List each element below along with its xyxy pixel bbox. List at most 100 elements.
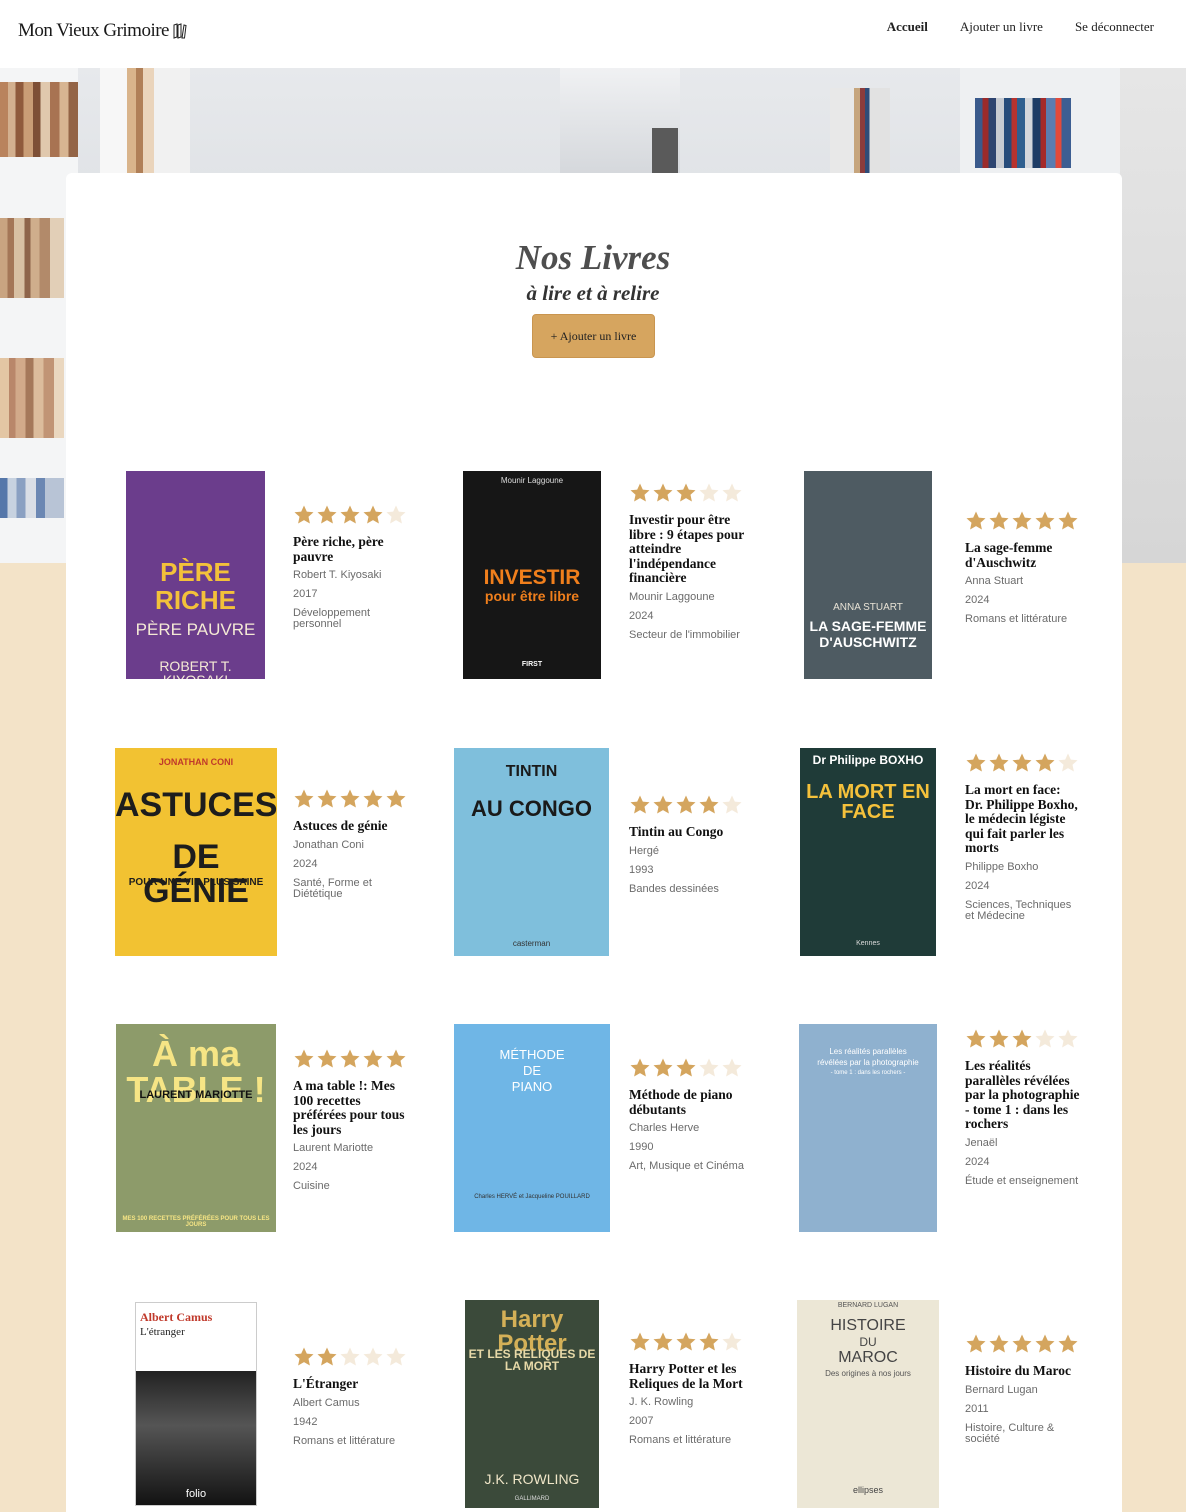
book-author: Mounir Laggoune bbox=[629, 590, 715, 603]
book-cover-image[interactable]: ANNA STUART LA SAGE-FEMME D'AUSCHWITZ bbox=[804, 471, 932, 679]
page-subtitle: à lire et à relire bbox=[526, 281, 660, 305]
nav-deconnexion[interactable]: Se déconnecter bbox=[1075, 19, 1154, 35]
star-icon bbox=[722, 1058, 742, 1077]
star-icon bbox=[653, 795, 673, 814]
star-icon bbox=[1012, 753, 1032, 772]
book-info: A ma table !: Mes 100 recettes préférées… bbox=[293, 1048, 408, 1192]
book-title[interactable]: A ma table !: Mes 100 recettes préférées… bbox=[293, 1078, 408, 1137]
book-author: Anna Stuart bbox=[965, 575, 1024, 587]
book-year: 1942 bbox=[293, 1415, 318, 1428]
star-icon bbox=[1058, 753, 1078, 772]
book-genre: Développement personnel bbox=[293, 607, 371, 630]
book-author: Charles Herve bbox=[629, 1122, 700, 1134]
book-title[interactable]: Tintin au Congo bbox=[629, 824, 744, 840]
rating-stars bbox=[629, 794, 744, 816]
book-cover-image[interactable]: JONATHAN CONI ASTUCES DE GÉNIE POUR UNE VIE… bbox=[115, 748, 277, 956]
book-cover-image[interactable]: TINTIN AU CONGO casterman bbox=[454, 748, 609, 956]
book-info: Tintin au Congo Hergé 1993 Bandes dessinées bbox=[629, 794, 744, 895]
nav-accueil[interactable]: Accueil bbox=[887, 19, 928, 35]
rating-stars bbox=[629, 1331, 744, 1353]
star-icon bbox=[966, 1334, 986, 1353]
book-cover-image[interactable]: Dr Philippe BOXHO LA MORT EN FACE Kennes bbox=[800, 748, 936, 956]
book-genre: Romans et littérature bbox=[629, 1434, 732, 1446]
nav-ajouter-livre[interactable]: Ajouter un livre bbox=[960, 19, 1043, 35]
book-author: Jonathan Coni bbox=[293, 838, 364, 851]
book-info: Méthode de piano débutants Charles Herve 1… bbox=[629, 1057, 744, 1172]
cover-text: DU bbox=[859, 1335, 877, 1349]
book-title[interactable]: Père riche, père pauvre bbox=[293, 534, 408, 564]
star-icon bbox=[989, 1334, 1009, 1353]
star-icon bbox=[386, 1049, 406, 1068]
rating-stars bbox=[965, 1333, 1080, 1355]
book-cover-image[interactable]: À ma TABLE ! LAURENT MARIOTTE MES 100 RECE… bbox=[116, 1024, 276, 1232]
book-year: 2024 bbox=[965, 879, 990, 892]
cover-text: INVESTIR bbox=[483, 566, 581, 589]
cover-text: JONATHAN CONI bbox=[158, 757, 234, 767]
cover-text: LA MORT EN FACE bbox=[806, 781, 930, 823]
cover-text: ROBERT T. KIYOSAKI bbox=[159, 658, 232, 679]
cover-photo bbox=[136, 1371, 256, 1505]
star-icon bbox=[1035, 511, 1055, 530]
star-icon bbox=[294, 1049, 314, 1068]
book-title[interactable]: L'Étranger bbox=[293, 1376, 408, 1392]
book-genre: Santé, Forme et Diététique bbox=[293, 876, 372, 900]
book-title[interactable]: Harry Potter et les Reliques de la Mort bbox=[629, 1361, 744, 1391]
cover-text: PIANO bbox=[511, 1079, 553, 1094]
cover-text: ellipses bbox=[852, 1485, 883, 1495]
star-icon bbox=[966, 1029, 986, 1048]
star-icon bbox=[699, 483, 719, 502]
star-icon bbox=[722, 1332, 742, 1351]
cover-text: - tome 1 : dans les rochers - bbox=[830, 1070, 906, 1076]
star-icon bbox=[363, 1049, 383, 1068]
book-genre: Romans et littérature bbox=[965, 613, 1068, 625]
book-genre: Étude et enseignement bbox=[965, 1174, 1079, 1187]
cover-text: ET LES RELIQUES DE LA MORT bbox=[468, 1347, 596, 1373]
book-cover-image[interactable]: BERNARD LUGAN HISTOIRE DU MAROC Des origines… bbox=[797, 1300, 939, 1508]
site-logo[interactable]: Mon Vieux Grimoire bbox=[18, 20, 187, 42]
book-genre: Cuisine bbox=[293, 1180, 330, 1192]
cover-text: FIRST bbox=[521, 661, 543, 668]
rating-stars bbox=[629, 482, 744, 504]
cover-text: Charles HERVÉ et Jacqueline POUILLARD bbox=[474, 1194, 590, 1200]
book-title[interactable]: Les réalités parallèles révélées par la … bbox=[965, 1058, 1080, 1132]
cover-text: ASTUCES bbox=[115, 786, 277, 824]
book-cover-image[interactable]: MÉTHODE DE PIANO Charles HERVÉ et Jacquelin… bbox=[454, 1024, 610, 1232]
star-icon bbox=[340, 1347, 360, 1366]
star-icon bbox=[1035, 753, 1055, 772]
book-cover-image[interactable]: PÈRERICHE PÈRE PAUVRE ROBERT T. KIYOSAKI bbox=[126, 471, 265, 679]
book-title[interactable]: Histoire du Maroc bbox=[965, 1363, 1080, 1379]
star-icon bbox=[989, 1029, 1009, 1048]
book-info: La mort en face: Dr. Philippe Boxho, le … bbox=[965, 752, 1080, 922]
book-cover-image[interactable]: Albert Camus L'étranger folio bbox=[135, 1302, 257, 1506]
book-cover-image[interactable]: Les réalités parallèles révélées par la p… bbox=[799, 1024, 937, 1232]
cover-text: POUR UNE VIE PLUS SAINE bbox=[128, 877, 264, 888]
cover-text: HISTOIRE bbox=[830, 1317, 906, 1334]
logo-text: Mon Vieux Grimoire bbox=[18, 20, 170, 41]
book-year: 2024 bbox=[965, 594, 990, 606]
rating-stars bbox=[965, 752, 1080, 774]
book-title[interactable]: Investir pour être libre : 9 étapes pour… bbox=[629, 512, 744, 586]
cover-text: Les réalités parallèles bbox=[829, 1047, 907, 1056]
book-year: 2024 bbox=[293, 1161, 318, 1173]
book-cover-image[interactable]: Harry Potter ET LES RELIQUES DE LA MORT J.… bbox=[465, 1300, 599, 1508]
cover-text: folio bbox=[185, 1488, 207, 1500]
rating-stars bbox=[293, 1048, 408, 1070]
cover-text: BERNARD LUGAN bbox=[837, 1302, 899, 1309]
book-title[interactable]: Astuces de génie bbox=[293, 818, 408, 834]
book-title[interactable]: La sage-femme d'Auschwitz bbox=[965, 540, 1080, 570]
star-icon bbox=[1012, 511, 1032, 530]
book-title[interactable]: Méthode de piano débutants bbox=[629, 1087, 744, 1117]
add-book-button[interactable]: + Ajouter un livre bbox=[532, 314, 655, 358]
book-author: Robert T. Kiyosaki bbox=[293, 569, 382, 581]
star-icon bbox=[653, 483, 673, 502]
main-nav: Accueil Ajouter un livre Se déconnecter bbox=[887, 19, 1154, 35]
cover-text: pour être libre bbox=[484, 588, 580, 604]
star-icon bbox=[1058, 511, 1078, 530]
cover-text: PÈRE bbox=[160, 557, 231, 587]
star-icon bbox=[340, 789, 360, 808]
book-info: Père riche, père pauvre Robert T. Kiyosak… bbox=[293, 504, 408, 630]
rating-stars bbox=[965, 510, 1080, 532]
book-title[interactable]: La mort en face: Dr. Philippe Boxho, le … bbox=[965, 782, 1080, 856]
book-cover-image[interactable]: Mounir Laggoune INVESTIR pour être libre FI… bbox=[463, 471, 601, 679]
star-icon bbox=[386, 1347, 406, 1366]
